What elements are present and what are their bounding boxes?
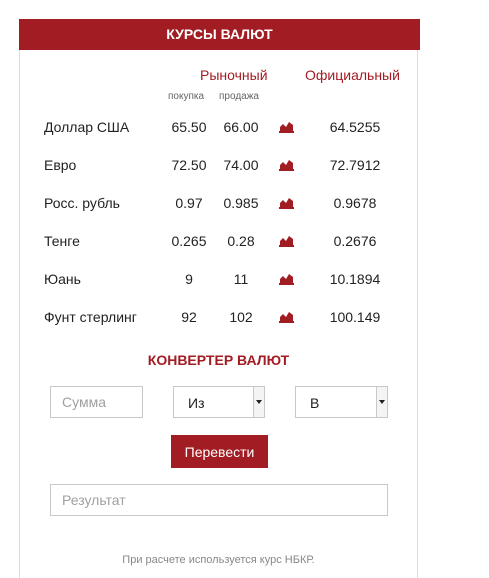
currency-row: Фунт стерлинг 92 102 100.149	[20, 309, 417, 329]
chart-icon[interactable]	[279, 158, 294, 171]
currency-row: Росс. рубль 0.97 0.985 0.9678	[20, 195, 417, 215]
chevron-down-icon	[376, 387, 387, 417]
chevron-down-icon	[253, 387, 264, 417]
chart-icon[interactable]	[279, 196, 294, 209]
sell-column-label: продажа	[219, 91, 259, 102]
currency-name: Росс. рубль	[44, 195, 120, 211]
sell-rate: 0.985	[223, 195, 259, 211]
converter-title: КОНВЕРТЕР ВАЛЮТ	[147, 352, 290, 368]
buy-rate: 0.265	[171, 233, 207, 249]
currency-row: Евро 72.50 74.00 72.7912	[20, 157, 417, 177]
currency-name: Евро	[44, 157, 77, 173]
buy-rate: 0.97	[175, 195, 203, 211]
to-currency-select[interactable]: В	[295, 386, 388, 418]
official-rate: 10.1894	[329, 271, 381, 287]
currency-row: Тенге 0.265 0.28 0.2676	[20, 233, 417, 253]
official-rate: 64.5255	[329, 119, 381, 135]
sell-rate: 102	[229, 309, 253, 325]
currency-name: Доллар США	[44, 119, 130, 135]
currency-name: Юань	[44, 271, 81, 287]
result-field[interactable]	[50, 484, 388, 516]
chart-icon[interactable]	[279, 272, 294, 285]
chart-icon[interactable]	[279, 120, 294, 133]
currency-name: Фунт стерлинг	[44, 309, 137, 325]
official-rate: 0.9678	[333, 195, 377, 211]
convert-button[interactable]: Перевести	[171, 435, 268, 468]
buy-column-label: покупка	[168, 91, 205, 102]
sell-rate: 0.28	[227, 233, 255, 249]
buy-rate: 65.50	[171, 119, 207, 135]
chart-icon[interactable]	[279, 234, 294, 247]
sell-rate: 66.00	[223, 119, 259, 135]
amount-input[interactable]	[50, 386, 143, 418]
buy-rate: 9	[185, 271, 193, 287]
currency-widget: КУРСЫ ВАЛЮТ Рыночный Официальный покупка…	[19, 19, 420, 578]
from-currency-select[interactable]: Из	[173, 386, 265, 418]
sell-rate: 74.00	[223, 157, 259, 173]
currency-name: Тенге	[44, 233, 80, 249]
official-rate: 0.2676	[333, 233, 377, 249]
buy-rate: 72.50	[171, 157, 207, 173]
currency-row: Юань 9 11 10.1894	[20, 271, 417, 291]
official-rate: 100.149	[329, 309, 381, 325]
market-rate-header: Рыночный	[200, 67, 268, 83]
sell-rate: 11	[233, 271, 249, 287]
to-currency-value: В	[310, 395, 320, 411]
footnote: При расчете используется курс НБКР.	[122, 554, 315, 566]
widget-title: КУРСЫ ВАЛЮТ	[19, 19, 420, 50]
buy-rate: 92	[181, 309, 197, 325]
from-currency-value: Из	[188, 395, 205, 411]
chart-icon[interactable]	[279, 310, 294, 323]
official-rate-header: Официальный	[305, 67, 400, 83]
official-rate: 72.7912	[329, 157, 381, 173]
currency-row: Доллар США 65.50 66.00 64.5255	[20, 119, 417, 139]
